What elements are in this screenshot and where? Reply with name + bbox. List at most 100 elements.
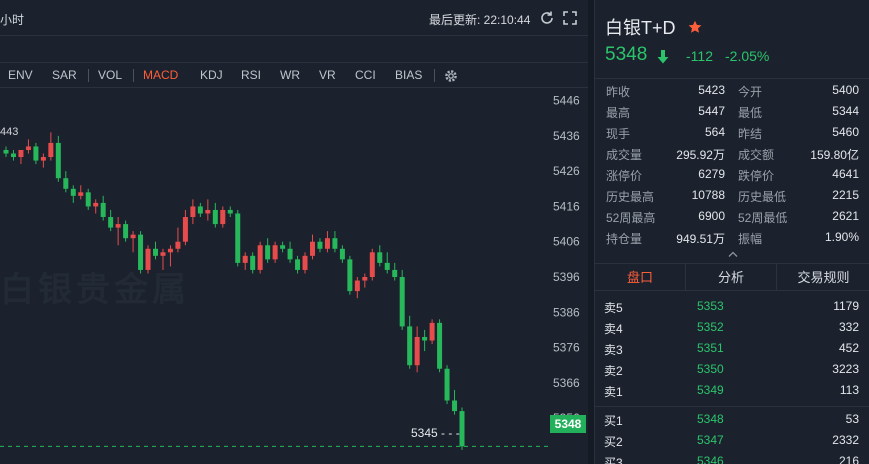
stat-label: 历史最高	[606, 190, 655, 204]
indicator-tab-rsi[interactable]: RSI	[241, 68, 261, 82]
ask-row: 卖5 5353 1179	[595, 296, 869, 317]
stat-value: 5447	[698, 104, 725, 118]
candle-body	[302, 255, 308, 270]
refresh-icon[interactable]	[539, 10, 555, 26]
stat-label: 成交额	[738, 148, 775, 162]
candle	[235, 209, 241, 267]
y-axis-tick-label: 5436	[553, 129, 580, 143]
indicator-tab-wr[interactable]: WR	[280, 68, 300, 82]
candle-body	[108, 217, 114, 228]
candle-body	[227, 209, 233, 214]
candle	[153, 241, 159, 260]
tab-analysis[interactable]: 分析	[685, 264, 777, 291]
candle	[324, 231, 330, 253]
candle-body	[407, 326, 413, 366]
candle	[459, 407, 465, 450]
candle	[197, 202, 203, 218]
candle-body	[377, 252, 383, 263]
y-axis-tick-label: 5426	[553, 164, 580, 178]
candle-body	[100, 202, 106, 218]
stat-row: 成交量 295.92万 成交额 159.80亿	[595, 142, 869, 163]
indicator-tab-vr[interactable]: VR	[319, 68, 336, 82]
bid-label: 买3	[604, 456, 623, 464]
candle-body	[93, 202, 99, 207]
candle-body	[220, 209, 226, 225]
candle	[437, 319, 443, 373]
symbol-name: 白银T+D	[605, 18, 676, 38]
ask-row: 卖2 5350 3223	[595, 359, 869, 380]
stat-value: 295.92万	[676, 148, 725, 162]
candle	[250, 252, 256, 274]
candle	[130, 231, 136, 253]
price-change: -112	[686, 48, 713, 64]
candle	[377, 245, 383, 267]
candle	[145, 245, 151, 274]
candle-body	[138, 234, 144, 270]
indicator-tab-bias[interactable]: BIAS	[395, 68, 422, 82]
ask-label: 卖4	[604, 322, 623, 336]
candle	[175, 227, 181, 253]
candle-body	[33, 146, 39, 161]
stat-label: 振幅	[738, 232, 763, 246]
indicator-tab-vol[interactable]: VOL	[98, 68, 122, 82]
indicator-tab-env[interactable]: ENV	[8, 68, 33, 82]
stat-value: 10788	[691, 188, 725, 202]
ask-label: 卖1	[604, 385, 623, 399]
candle-body	[175, 241, 181, 249]
candle	[212, 202, 218, 228]
candle-body	[167, 248, 173, 253]
candle-body	[153, 248, 159, 256]
y-axis-tick-label: 5396	[553, 270, 580, 284]
candle-body	[452, 400, 458, 412]
candle-body	[295, 259, 301, 270]
candle	[33, 142, 39, 165]
settings-gear-icon[interactable]	[444, 69, 458, 83]
candle	[138, 231, 144, 274]
ask-row: 卖4 5352 332	[595, 317, 869, 338]
candle-body	[78, 192, 84, 196]
candle	[10, 149, 16, 161]
ask-label: 卖5	[604, 301, 623, 315]
favorite-star-icon[interactable]	[688, 20, 702, 34]
candle-body	[10, 153, 16, 158]
tab-trading-rules[interactable]: 交易规则	[777, 264, 869, 291]
candle	[265, 238, 271, 263]
candle-body	[317, 241, 323, 249]
candle-body	[242, 255, 248, 263]
candle-body	[280, 245, 286, 249]
tab-order-book[interactable]: 盘口	[595, 264, 685, 291]
candle	[309, 234, 315, 260]
candlestick-chart[interactable]: 5446543654265416540653965386537653665356	[0, 90, 588, 464]
candle-body	[384, 262, 390, 270]
stat-value: 2621	[832, 209, 859, 223]
fullscreen-icon[interactable]	[562, 10, 578, 26]
candle	[280, 241, 286, 253]
ask-row: 卖1 5349 113	[595, 380, 869, 401]
candle	[422, 329, 428, 352]
indicator-tab-sar[interactable]: SAR	[52, 68, 77, 82]
ask-volume: 332	[838, 320, 859, 334]
candle	[55, 135, 61, 182]
stat-label: 持仓量	[606, 232, 643, 246]
bid-price: 5348	[697, 412, 724, 426]
stat-value: 6279	[698, 167, 725, 181]
candle	[160, 248, 166, 270]
indicator-tab-macd[interactable]: MACD	[143, 68, 178, 82]
indicator-toolbar: ENV SAR VOL MACD KDJ RSI WR VR CCI BIAS	[0, 62, 588, 88]
period-selector[interactable]: 小时	[0, 11, 24, 28]
price-change-percent: -2.05%	[725, 48, 770, 64]
indicator-tab-cci[interactable]: CCI	[355, 68, 376, 82]
indicator-tab-kdj[interactable]: KDJ	[200, 68, 223, 82]
stat-row: 52周最高 6900 52周最低 2621	[595, 205, 869, 226]
candle-body	[18, 149, 24, 158]
stat-value: 6900	[698, 209, 725, 223]
candle	[70, 185, 76, 203]
stat-label: 昨结	[738, 127, 763, 141]
collapse-caret-icon[interactable]	[728, 250, 738, 258]
candle	[100, 195, 106, 221]
candle-body	[123, 224, 129, 239]
candle	[452, 389, 458, 415]
ask-price: 5349	[697, 383, 724, 397]
candle-body	[40, 157, 46, 161]
candle-body	[190, 206, 196, 218]
